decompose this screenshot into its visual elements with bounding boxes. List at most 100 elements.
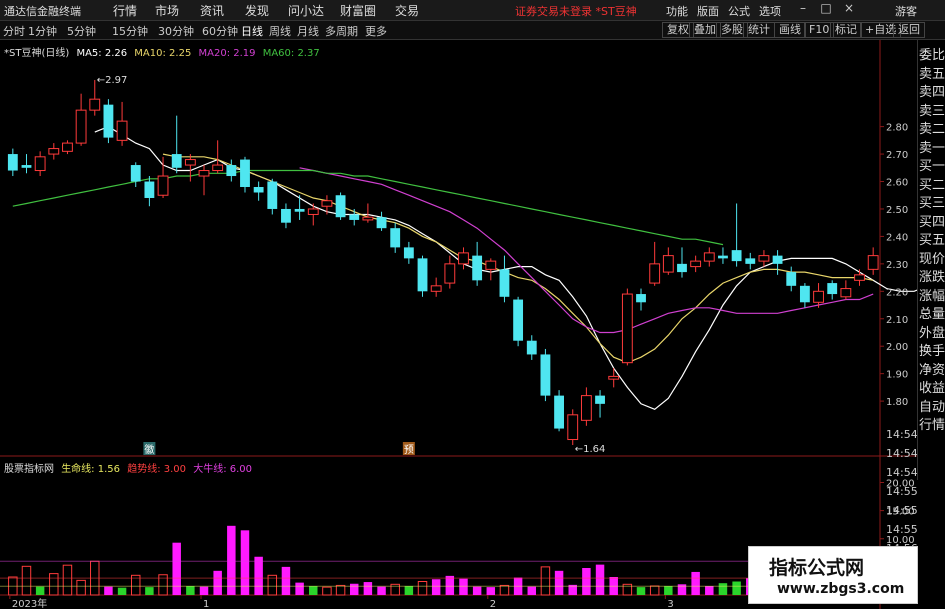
side-panel-item[interactable]: 买五: [919, 229, 945, 248]
close-icon[interactable]: ×: [840, 1, 858, 19]
side-panel-item[interactable]: 委比: [919, 44, 945, 63]
side-panel-item[interactable]: 总量: [919, 303, 945, 322]
mark-button[interactable]: 标记: [830, 22, 862, 38]
indicator-bar: [254, 556, 263, 595]
y-tick-label: 1.80: [886, 397, 908, 408]
menu-function[interactable]: 功能: [666, 3, 688, 19]
price-annotation: ←1.64: [575, 444, 606, 455]
price-annotation: ←2.97: [97, 75, 128, 86]
menu-discover[interactable]: 发现: [245, 2, 269, 19]
menu-news[interactable]: 资讯: [200, 2, 224, 19]
stats-button[interactable]: 统计: [743, 22, 775, 38]
minimize-icon[interactable]: –: [794, 1, 812, 19]
candle-body-up: [608, 375, 620, 380]
candle-body-up: [444, 263, 456, 284]
indicator-bar: [404, 586, 414, 595]
indicator-bar: [309, 586, 318, 595]
candle-body-up: [567, 414, 579, 441]
menu-formula[interactable]: 公式: [728, 3, 750, 19]
candle-body-down: [349, 214, 360, 220]
candle-body-up: [198, 170, 210, 177]
y-tick-label: 2.00: [886, 342, 908, 353]
time-label: 14:55: [886, 485, 917, 498]
side-panel-item[interactable]: 自动: [919, 396, 945, 415]
menu-wealth[interactable]: 财富圈: [340, 2, 376, 19]
candle-body-down: [636, 294, 646, 303]
side-panel-item[interactable]: 涨幅: [919, 285, 945, 304]
candle-body-down: [281, 208, 291, 223]
side-panel-item[interactable]: 卖二: [919, 118, 945, 137]
candle-body-up: [362, 216, 374, 221]
period-weekly[interactable]: 周线: [269, 23, 291, 39]
candle-body-up: [854, 274, 865, 281]
y-tick-label: 2.30: [886, 260, 908, 271]
event-marker: 徽: [144, 443, 154, 456]
indicator-title: 股票指标网: [4, 464, 54, 475]
menu-xiaoda[interactable]: 问小达: [288, 2, 324, 19]
menu-trade[interactable]: 交易: [395, 2, 419, 19]
y-tick-label: 2.40: [886, 232, 908, 243]
x-tick-label: 3: [667, 599, 673, 609]
period-monthly[interactable]: 月线: [297, 23, 319, 39]
period-multi[interactable]: 多周期: [325, 23, 358, 39]
candle-body-down: [772, 255, 783, 264]
candle-body-down: [526, 340, 537, 355]
period-30min[interactable]: 30分钟: [158, 23, 194, 39]
candle-body-down: [171, 154, 182, 168]
side-panel-item[interactable]: 卖三: [919, 100, 945, 119]
back-button[interactable]: 返回: [893, 22, 925, 38]
side-panel-item[interactable]: 卖四: [919, 81, 945, 100]
menu-options[interactable]: 选项: [759, 3, 781, 19]
side-panel-item[interactable]: 外盘: [919, 322, 945, 341]
candle-body-down: [103, 104, 114, 138]
candle-body-down: [226, 165, 237, 177]
indicator-bar: [417, 581, 428, 596]
side-panel-item[interactable]: 卖一: [919, 137, 945, 156]
user-guest[interactable]: 游客: [895, 3, 917, 19]
menu-layout[interactable]: 版面: [697, 3, 719, 19]
side-panel-item[interactable]: 现价: [919, 248, 945, 267]
period-5min[interactable]: 5分钟: [67, 23, 96, 39]
period-intraday[interactable]: 分时: [3, 23, 25, 39]
side-panel-item[interactable]: 买四: [919, 211, 945, 230]
indicator-bar: [540, 566, 551, 596]
candle-body-down: [472, 255, 483, 281]
maximize-icon[interactable]: □: [817, 1, 835, 19]
period-1min[interactable]: 1分钟: [28, 23, 57, 39]
draw-line-button[interactable]: 画线: [774, 22, 806, 38]
menu-market[interactable]: 市场: [155, 2, 179, 19]
legend-ma60: MA60: 2.37: [262, 48, 320, 59]
candle-body-up: [703, 252, 715, 262]
indicator-bar: [363, 582, 373, 595]
candle-body-down: [799, 285, 810, 303]
side-panel-item[interactable]: 买二: [919, 174, 945, 193]
period-more[interactable]: 更多: [365, 23, 387, 39]
period-toolbar: 分时 1分钟 5分钟 15分钟 30分钟 60分钟 日线 周线 月线 多周期 更…: [0, 21, 945, 40]
menu-quotes[interactable]: 行情: [113, 2, 137, 19]
side-panel-item[interactable]: 换手: [919, 340, 945, 359]
stock-chart[interactable]: ←2.97 ←1.64 1.80 1.90 2.00 2.10 2.20 2.30 2.40 2…: [0, 40, 917, 609]
legend-ma10: MA10: 2.25: [134, 48, 192, 59]
side-panel-item[interactable]: 涨跌: [919, 266, 945, 285]
indicator-bar: [350, 583, 359, 595]
side-panel-item[interactable]: 净资: [919, 359, 945, 378]
side-panel-item[interactable]: 买一: [919, 155, 945, 174]
candle-body-down: [731, 250, 742, 262]
side-panel-item[interactable]: 收益: [919, 377, 945, 396]
side-panel-item[interactable]: 卖五: [919, 63, 945, 82]
legend-ma20: MA20: 2.19: [198, 48, 256, 59]
candle-body-up: [485, 260, 497, 270]
time-label: 14:55: [886, 523, 917, 536]
side-panel-item[interactable]: 行情: [919, 414, 945, 433]
period-daily[interactable]: 日线: [241, 23, 263, 39]
period-60min[interactable]: 60分钟: [202, 23, 238, 39]
candle-body-down: [677, 263, 687, 273]
candle-body-up: [867, 255, 879, 270]
watermark-logo: 指标公式网 www.zbgs3.com: [748, 546, 918, 604]
candle-body-down: [240, 159, 250, 188]
period-15min[interactable]: 15分钟: [112, 23, 148, 39]
time-label: 14:54: [886, 466, 917, 479]
side-panel-item[interactable]: 买三: [919, 192, 945, 211]
x-tick-label: 2023年: [12, 597, 47, 609]
x-tick-label: 2: [490, 599, 496, 609]
